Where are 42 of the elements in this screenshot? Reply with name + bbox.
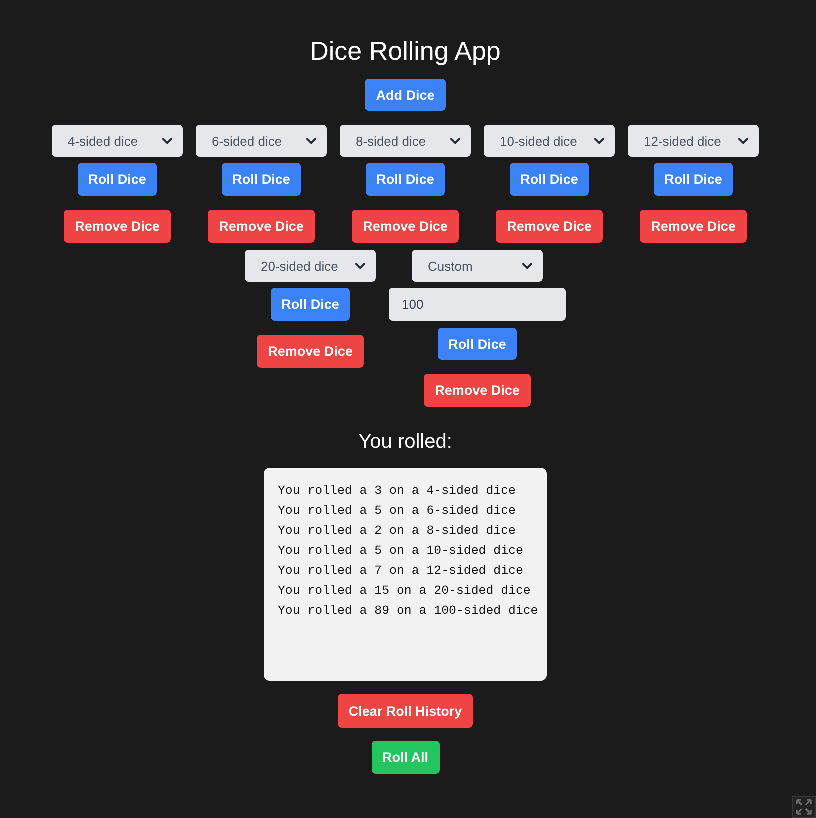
roll-dice-button[interactable]: Roll Dice — [654, 163, 734, 196]
roll-result-line: You rolled a 5 on a 10-sided dice — [278, 543, 524, 560]
roll-dice-button[interactable]: Roll Dice — [78, 163, 158, 196]
dice-type-select[interactable]: 6-sided dice — [196, 125, 327, 157]
chevron-down-icon — [162, 138, 173, 144]
app-title: Dice Rolling App — [310, 35, 501, 67]
chevron-down-icon — [450, 138, 461, 144]
roll-dice-button[interactable]: Roll Dice — [366, 163, 446, 196]
dice-type-select[interactable]: 8-sided dice — [340, 125, 471, 157]
remove-dice-button[interactable]: Remove Dice — [640, 210, 747, 243]
roll-result-line: You rolled a 7 on a 12-sided dice — [278, 563, 524, 580]
roll-result-line: You rolled a 5 on a 6-sided dice — [278, 503, 517, 520]
roll-result-line: You rolled a 3 on a 4-sided dice — [278, 483, 517, 500]
clear-history-button[interactable]: Clear Roll History — [338, 694, 474, 728]
roll-dice-button[interactable]: Roll Dice — [222, 163, 302, 196]
chevron-down-icon — [522, 262, 533, 270]
chevron-down-icon — [306, 138, 317, 144]
results-heading: You rolled: — [358, 430, 452, 454]
roll-dice-button[interactable]: Roll Dice — [510, 163, 590, 196]
dice-type-select[interactable]: 10-sided dice — [484, 125, 615, 157]
dice-type-select[interactable]: Custom — [412, 250, 543, 282]
dice-type-select[interactable]: 20-sided dice — [245, 250, 376, 282]
chevron-down-icon — [594, 138, 605, 144]
roll-result-line: You rolled a 2 on a 8-sided dice — [278, 523, 517, 540]
add-dice-button[interactable]: Add Dice — [365, 79, 446, 111]
roll-dice-button[interactable]: Roll Dice — [438, 328, 518, 360]
roll-result-line: You rolled a 15 on a 20-sided dice — [278, 583, 532, 600]
expand-icon[interactable] — [792, 796, 816, 818]
remove-dice-button[interactable]: Remove Dice — [257, 335, 364, 368]
dice-type-select[interactable]: 4-sided dice — [52, 125, 183, 157]
chevron-down-icon — [738, 138, 749, 144]
roll-all-button[interactable]: Roll All — [372, 741, 440, 774]
custom-sides-input[interactable]: 100 — [389, 288, 566, 321]
remove-dice-button[interactable]: Remove Dice — [64, 210, 171, 243]
remove-dice-button[interactable]: Remove Dice — [496, 210, 603, 243]
roll-dice-button[interactable]: Roll Dice — [270, 288, 350, 321]
remove-dice-button[interactable]: Remove Dice — [352, 210, 459, 243]
remove-dice-button[interactable]: Remove Dice — [424, 374, 531, 407]
chevron-down-icon — [355, 262, 366, 270]
roll-result-line: You rolled a 89 on a 100-sided dice — [278, 603, 539, 620]
dice-type-select[interactable]: 12-sided dice — [628, 125, 759, 157]
remove-dice-button[interactable]: Remove Dice — [208, 210, 315, 243]
